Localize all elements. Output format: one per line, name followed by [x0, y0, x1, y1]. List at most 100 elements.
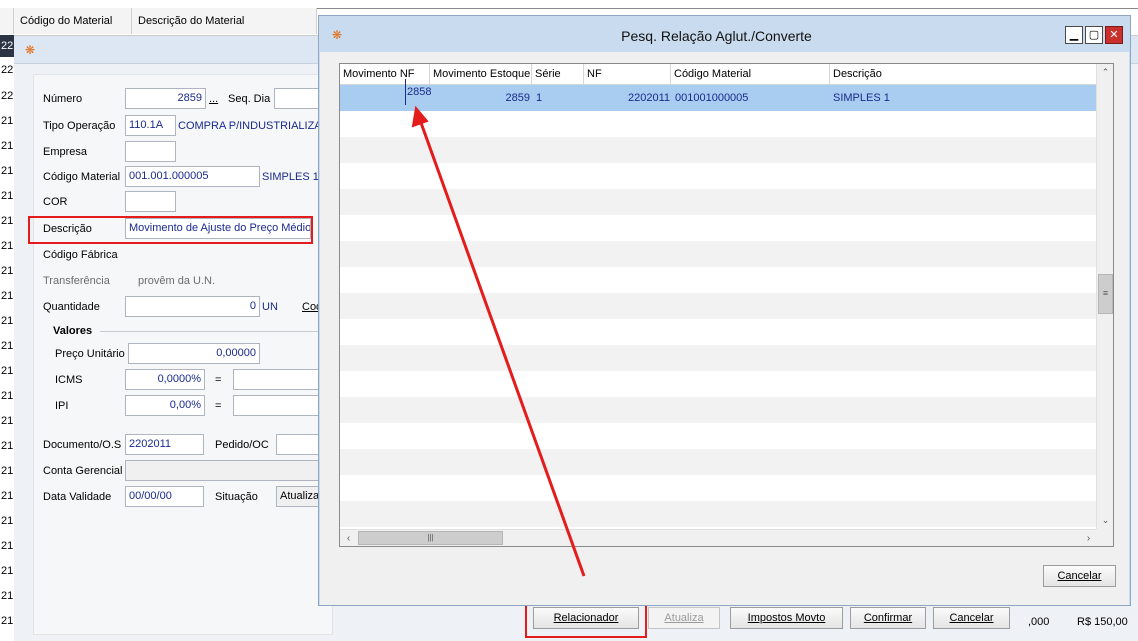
- icms-equals: =: [215, 374, 222, 386]
- grid-col-descricao[interactable]: Descrição do Material: [132, 8, 317, 34]
- dialog-titlebar[interactable]: ❋ Pesq. Relação Aglut./Converte ▁ ▢ ✕: [319, 16, 1130, 51]
- confirmar-button[interactable]: Confirmar: [850, 607, 926, 629]
- documento-field[interactable]: 2202011: [125, 434, 204, 455]
- empresa-field[interactable]: [125, 141, 176, 162]
- valores-group-line: [100, 331, 334, 332]
- row-number: 21: [1, 165, 14, 177]
- movement-form: Número 2859 ... Seq. Dia Tipo Operação 1…: [33, 74, 334, 635]
- vertical-scrollbar[interactable]: ⌃ ≡ ⌄: [1096, 64, 1113, 530]
- list-item: [340, 449, 1097, 475]
- scroll-left-icon[interactable]: ‹: [340, 530, 357, 546]
- row-number: 21: [1, 190, 14, 202]
- cell-serie: 1: [536, 92, 543, 104]
- ipi-field[interactable]: 0,00%: [125, 395, 205, 416]
- cell-nf: 2202011: [627, 92, 670, 104]
- row-number: 21: [1, 515, 14, 527]
- pedido-label: Pedido/OC: [215, 439, 269, 451]
- atualiza-button-label: Atualiza: [664, 612, 704, 624]
- ipi-label: IPI: [55, 400, 69, 412]
- close-icon[interactable]: ✕: [1105, 26, 1123, 44]
- row-number: 21: [1, 415, 14, 427]
- cor-field[interactable]: [125, 191, 176, 212]
- list-item: [340, 501, 1097, 527]
- scroll-down-icon[interactable]: ⌄: [1097, 512, 1113, 529]
- list-item: [340, 319, 1097, 345]
- cancelar-button[interactable]: Cancelar: [933, 607, 1010, 629]
- row-number: 21: [1, 615, 14, 627]
- row-number: 22: [1, 64, 14, 76]
- tipo-operacao-field[interactable]: 110.1A: [125, 115, 176, 136]
- impostos-movto-button[interactable]: Impostos Movto: [730, 607, 843, 629]
- col-descricao[interactable]: Descrição: [830, 64, 1097, 85]
- row-number: 21: [1, 340, 14, 352]
- ipi-equals: =: [215, 400, 222, 412]
- list-item: [340, 163, 1097, 189]
- col-movimento-estoque[interactable]: Movimento Estoque: [430, 64, 532, 85]
- list-item: [340, 293, 1097, 319]
- row-number: 21: [1, 315, 14, 327]
- vertical-scroll-thumb[interactable]: ≡: [1098, 274, 1113, 314]
- list-item: [340, 267, 1097, 293]
- row-number: 21: [1, 390, 14, 402]
- quantidade-field[interactable]: 0: [125, 296, 260, 317]
- dialog-cancel-label: Cancelar: [1057, 570, 1102, 582]
- row-number: 21: [1, 540, 14, 552]
- codigo-material-field[interactable]: 001.001.000005: [125, 166, 260, 187]
- row-number: 21: [1, 365, 14, 377]
- descricao-highlight: [28, 216, 313, 244]
- col-serie[interactable]: Série: [532, 64, 584, 85]
- row-number: 21: [1, 590, 14, 602]
- data-validade-field[interactable]: 00/00/00: [125, 486, 204, 507]
- cell-movimento-estoque: 2859: [505, 92, 530, 104]
- col-codigo-material[interactable]: Código Material: [671, 64, 830, 85]
- maximize-icon[interactable]: ▢: [1085, 26, 1103, 44]
- codigo-material-label: Código Material: [43, 171, 121, 183]
- cell-movimento-nf: 2858: [405, 79, 431, 105]
- relacao-dialog: ❋ Pesq. Relação Aglut./Converte ▁ ▢ ✕ Mo…: [318, 15, 1131, 606]
- quantidade-unit: UN: [262, 301, 278, 313]
- codigo-material-description: SIMPLES 1: [262, 171, 319, 183]
- list-item: [340, 475, 1097, 501]
- list-item: [340, 189, 1097, 215]
- scroll-right-icon[interactable]: ›: [1080, 530, 1097, 546]
- atualiza-button[interactable]: Atualiza: [648, 607, 720, 629]
- icms-label: ICMS: [55, 374, 83, 386]
- dialog-cancel-button[interactable]: Cancelar: [1043, 565, 1116, 587]
- preco-unitario-field[interactable]: 0,00000: [128, 343, 260, 364]
- row-number: 21: [1, 265, 14, 277]
- scroll-up-icon[interactable]: ⌃: [1097, 64, 1113, 81]
- list-item: [340, 137, 1097, 163]
- codigo-fabrica-label: Código Fábrica: [43, 249, 118, 261]
- list-item: [340, 397, 1097, 423]
- horizontal-scroll-thumb[interactable]: |||: [358, 531, 503, 545]
- dialog-title: Pesq. Relação Aglut./Converte: [621, 28, 812, 44]
- dialog-body: Movimento NF Movimento Estoque Série NF …: [320, 52, 1129, 605]
- numero-field[interactable]: 2859: [125, 88, 206, 109]
- conta-gerencial-field[interactable]: [125, 460, 334, 481]
- list-item: [340, 215, 1097, 241]
- list-item: [340, 423, 1097, 449]
- scrollbar-corner: [1096, 529, 1113, 546]
- results-rows: 2858 2859 1 2202011 001001000005 SIMPLES…: [340, 79, 1097, 527]
- numero-label: Número: [43, 93, 83, 105]
- cor-label: COR: [43, 196, 68, 208]
- row-number: 22: [1, 90, 14, 102]
- data-validade-label: Data Validade: [43, 491, 112, 503]
- col-nf[interactable]: NF: [584, 64, 671, 85]
- horizontal-scrollbar[interactable]: ‹ ||| ›: [340, 529, 1097, 546]
- bottom-value-total: R$ 150,00: [1077, 616, 1128, 628]
- valores-group-title: Valores: [53, 325, 93, 337]
- tipo-operacao-description: COMPRA P/INDUSTRIALIZAC: [178, 120, 330, 132]
- table-row[interactable]: 2858 2859 1 2202011 001001000005 SIMPLES…: [340, 79, 1097, 111]
- icms-field[interactable]: 0,0000%: [125, 369, 205, 390]
- list-item: [340, 111, 1097, 137]
- grid-corner: [0, 8, 14, 34]
- preco-unitario-label: Preço Unitário: [55, 348, 125, 360]
- minimize-icon[interactable]: ▁: [1065, 26, 1083, 44]
- numero-lookup-button[interactable]: ...: [209, 93, 218, 105]
- grid-col-codigo[interactable]: Código do Material: [14, 8, 132, 34]
- seq-dia-label: Seq. Dia: [228, 93, 271, 105]
- row-number: 21: [1, 240, 14, 252]
- row-number: 21: [1, 290, 14, 302]
- cell-descricao: SIMPLES 1: [833, 92, 890, 104]
